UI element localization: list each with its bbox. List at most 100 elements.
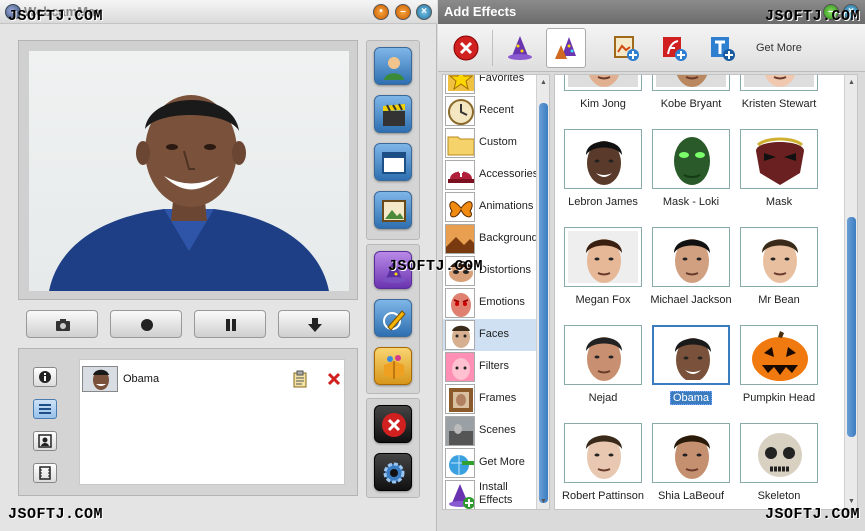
list-tab[interactable] xyxy=(33,399,57,419)
portrait-icon xyxy=(38,434,52,448)
category-get-more[interactable]: Get More xyxy=(443,447,537,479)
get-more-link[interactable]: Get More xyxy=(756,42,802,54)
category-label: Install Effects xyxy=(479,481,513,506)
effect-kim-jong[interactable]: Kim Jong xyxy=(559,75,647,129)
flash-plus-icon xyxy=(663,37,687,61)
delete-icon[interactable] xyxy=(326,371,342,387)
category-frames[interactable]: Frames xyxy=(443,383,537,415)
close-window-button[interactable]: × xyxy=(416,4,432,20)
effect-kobe-bryant[interactable]: Kobe Bryant xyxy=(647,75,735,129)
effect-pumpkin-head[interactable]: Pumpkin Head xyxy=(735,325,823,423)
video-file-button[interactable] xyxy=(374,95,412,133)
category-favorites[interactable]: Favorites xyxy=(443,75,537,95)
effect-label-text: Lebron James xyxy=(568,196,638,208)
category-label: Scenes xyxy=(479,424,516,436)
effect-label: Kristen Stewart xyxy=(735,97,823,111)
effect-label-text: Kim Jong xyxy=(580,98,626,110)
record-button[interactable] xyxy=(110,310,182,338)
window-icon xyxy=(382,152,406,174)
info-tab[interactable] xyxy=(33,367,57,387)
effect-michael-jackson[interactable]: Michael Jackson xyxy=(647,227,735,325)
effect-lebron-james[interactable]: Lebron James xyxy=(559,129,647,227)
category-scroll-thumb[interactable] xyxy=(539,103,548,503)
effect-label-text: Shia LaBeouf xyxy=(657,490,725,502)
pause-button[interactable] xyxy=(194,310,266,338)
picture-button[interactable] xyxy=(374,191,412,229)
settings-button[interactable] xyxy=(374,453,412,491)
effect-thumbnail xyxy=(740,227,818,287)
list-icon xyxy=(39,404,51,414)
category-label: Recent xyxy=(479,104,514,116)
film-tab[interactable] xyxy=(33,463,57,483)
clipboard-icon[interactable] xyxy=(292,370,308,388)
frame-icon xyxy=(445,384,475,414)
effect-label-text: Nejad xyxy=(588,392,618,404)
effect-label-text: Pumpkin Head xyxy=(742,392,816,404)
wizard-hat-icon xyxy=(508,36,532,60)
effect-name: Obama xyxy=(123,373,160,385)
wizard-hat-plus-icon xyxy=(445,480,475,509)
category-install-effects[interactable]: Install Effects xyxy=(443,479,537,509)
effects-wizard-button[interactable] xyxy=(500,28,540,68)
category-recent[interactable]: Recent xyxy=(443,95,537,127)
effect-shia-labeouf[interactable]: Shia LaBeouf xyxy=(647,423,735,509)
snapshot-button[interactable] xyxy=(26,310,98,338)
scroll-down-icon[interactable]: ▼ xyxy=(847,497,856,506)
scroll-up-icon[interactable]: ▲ xyxy=(847,78,856,87)
effect-label-text: Robert Pattinson xyxy=(562,490,644,502)
effect-skeleton[interactable]: Skeleton xyxy=(735,423,823,509)
minimize-button[interactable]: – xyxy=(395,4,411,20)
tool-group-top xyxy=(366,40,420,240)
effect-label: Lebron James xyxy=(559,195,647,209)
category-label: Emotions xyxy=(479,296,525,308)
add-flash-effect-button[interactable] xyxy=(654,28,694,68)
effect-thumbnail xyxy=(564,227,642,287)
effect-label: Mask - Loki xyxy=(647,195,735,209)
category-faces[interactable]: Faces xyxy=(443,319,537,351)
category-emotions[interactable]: Emotions xyxy=(443,287,537,319)
category-scenes[interactable]: Scenes xyxy=(443,415,537,447)
category-label: Frames xyxy=(479,392,517,404)
effects-scroll-thumb[interactable] xyxy=(847,217,856,437)
category-custom[interactable]: Custom xyxy=(443,127,537,159)
effect-label-text: Megan Fox xyxy=(575,294,631,306)
webcam-source-button[interactable] xyxy=(374,47,412,85)
effect-kristen-stewart[interactable]: Kristen Stewart xyxy=(735,75,823,129)
category-background[interactable]: Background xyxy=(443,223,538,255)
effect-obama[interactable]: Obama xyxy=(647,325,735,423)
effect-label: Mask xyxy=(735,195,823,209)
effect-label: Skeleton xyxy=(735,489,823,503)
add-text-effect-button[interactable] xyxy=(702,28,742,68)
webcam-preview xyxy=(29,51,349,291)
draw-button[interactable] xyxy=(374,299,412,337)
category-animations[interactable]: Animations xyxy=(443,191,537,223)
clear-effects-button[interactable] xyxy=(374,405,412,443)
effect-mask-loki[interactable]: Mask - Loki xyxy=(647,129,735,227)
wizard-hat-sparkle-icon xyxy=(555,37,576,59)
landscape-icon xyxy=(445,224,475,254)
effect-nejad[interactable]: Nejad xyxy=(559,325,647,423)
category-filters[interactable]: Filters xyxy=(443,351,537,383)
remove-effect-button[interactable] xyxy=(446,28,486,68)
effect-mask[interactable]: Mask xyxy=(735,129,823,227)
effects-mix-button[interactable] xyxy=(546,28,586,68)
portrait-tab[interactable] xyxy=(33,431,57,451)
effect-label: Shia LaBeouf xyxy=(647,489,735,503)
effect-mr-bean[interactable]: Mr Bean xyxy=(735,227,823,325)
download-button[interactable] xyxy=(278,310,350,338)
add-picture-effect-button[interactable] xyxy=(606,28,646,68)
effect-megan-fox[interactable]: Megan Fox xyxy=(559,227,647,325)
effect-thumbnail xyxy=(740,129,818,189)
effect-robert-pattinson[interactable]: Robert Pattinson xyxy=(559,423,647,509)
settings-window-button[interactable]: • xyxy=(373,4,389,20)
webcammax-window: WebcamMax • – × Obama xyxy=(0,0,437,531)
screen-capture-button[interactable] xyxy=(374,143,412,181)
effects-scrollbar[interactable]: ▲ ▼ xyxy=(844,75,857,509)
category-scrollbar[interactable]: ▲ ▼ xyxy=(536,75,549,509)
category-accessories[interactable]: Accessories xyxy=(443,159,538,191)
scroll-up-icon[interactable]: ▲ xyxy=(539,78,548,87)
scroll-down-icon[interactable]: ▼ xyxy=(539,497,548,506)
list-item[interactable]: Obama xyxy=(82,366,342,392)
category-label: Distortions xyxy=(479,264,531,276)
gift-effects-button[interactable] xyxy=(374,347,412,385)
